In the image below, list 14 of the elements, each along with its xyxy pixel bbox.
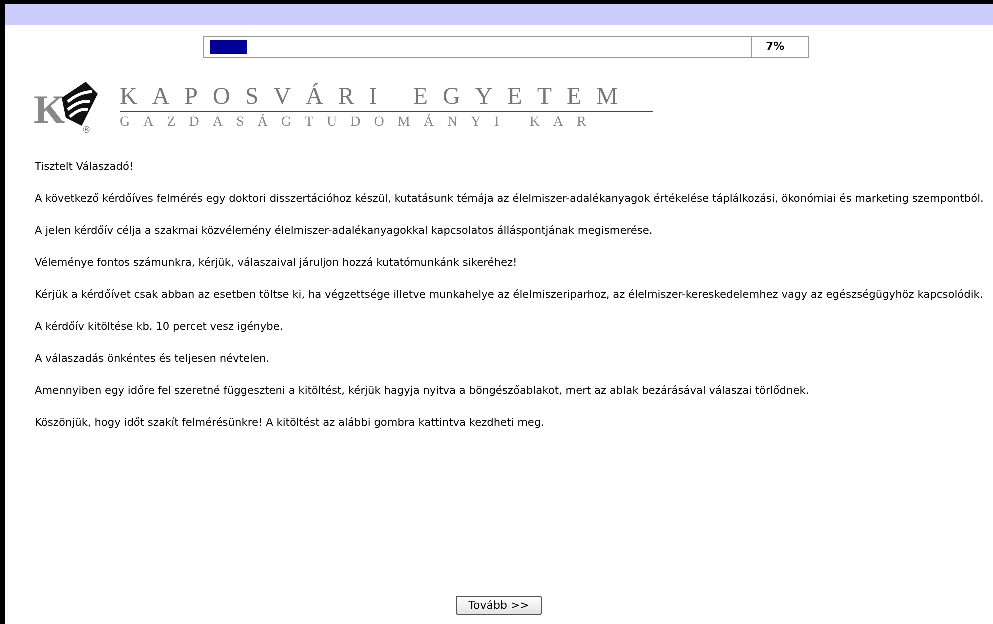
logo-drawing: K ®: [34, 80, 104, 136]
intro-paragraph: Tisztelt Válaszadó!: [35, 160, 135, 175]
intro-paragraph: A jelen kérdőív célja a szakmai közvélemény élelmiszer-adalékanyagokkal kapcsolatos álláspontjának megismerése.: [35, 224, 654, 239]
intro-paragraph: A kérdőív kitöltése kb. 10 percet vesz igénybe.: [35, 320, 284, 335]
next-button[interactable]: Tovább >>: [456, 596, 542, 615]
intro-paragraph: A következő kérdőíves felmérés egy doktori disszertációhoz készül, kutatásunk témája az élelmiszer-adalékanyagok értékelése táplálkozási, ökonómiai és marketing szempontból.: [35, 192, 985, 207]
intro-paragraph: Köszönjük, hogy időt szakít felmérésünkre! A kitöltést az alábbi gombra kattintva kezdheti meg.: [35, 416, 546, 431]
intro-paragraph: Kérjük a kérdőívet csak abban az esetben töltse ki, ha végzettsége illetve munkahelye az élelmiszeriparhoz, az élelmiszer-kereskedelemhez vagy az egészségügyhöz kapcsolódik.: [35, 288, 984, 303]
intro-paragraph: Véleménye fontos számunkra, kérjük, válaszaival járuljon hozzá kutatómunkánk sikeréhez!: [35, 256, 518, 271]
faculty-name: GAZDASÁGTUDOMÁNYI KAR: [120, 113, 601, 132]
intro-paragraph: A válaszadás önkéntes és teljesen névtelen.: [35, 352, 271, 367]
intro-paragraph: Amennyiben egy időre fel szeretné függeszteni a kitöltést, kérjük hagyja nyitva a böngészőablakot, mert az ablak bezárásával válaszai törlődnek.: [35, 384, 810, 399]
university-name: KAPOSVÁRI EGYETEM: [120, 83, 653, 112]
progress-percent: 7%: [765, 38, 786, 55]
